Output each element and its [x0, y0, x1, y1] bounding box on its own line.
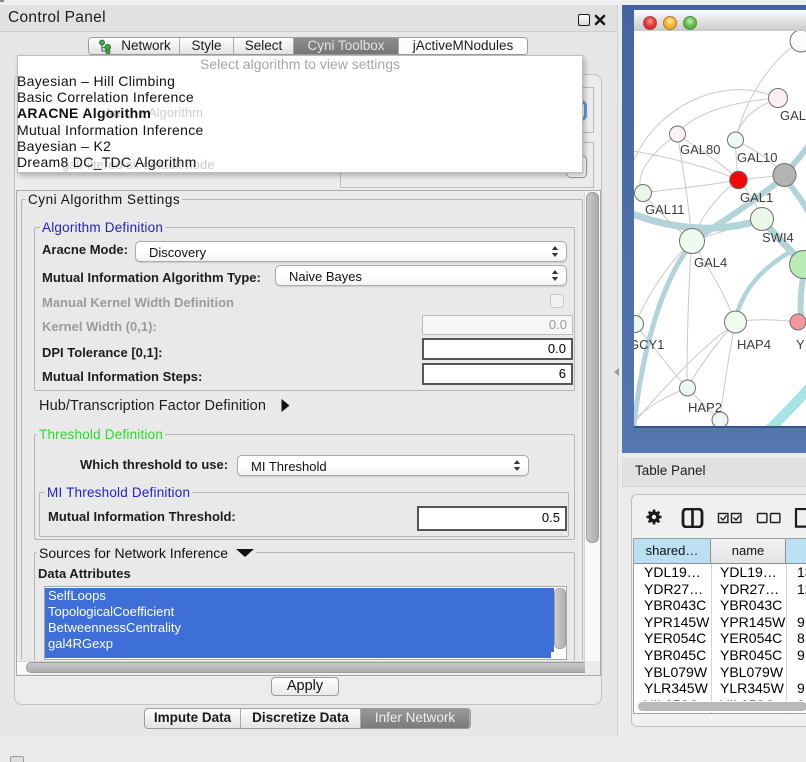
svg-text:Y: Y: [796, 337, 805, 352]
svg-text:GCY1: GCY1: [634, 337, 664, 352]
svg-text:HAP4: HAP4: [737, 337, 771, 352]
svg-text:GAL4: GAL4: [694, 255, 727, 270]
svg-text:GAL11: GAL11: [645, 202, 685, 217]
svg-text:HAP2: HAP2: [688, 400, 722, 415]
svg-text:GAL80: GAL80: [680, 142, 720, 157]
svg-text:SWI4: SWI4: [762, 230, 794, 245]
svg-text:GAL1: GAL1: [740, 190, 773, 205]
svg-text:GAL10: GAL10: [737, 150, 777, 165]
svg-text:GAL7: GAL7: [780, 108, 806, 123]
